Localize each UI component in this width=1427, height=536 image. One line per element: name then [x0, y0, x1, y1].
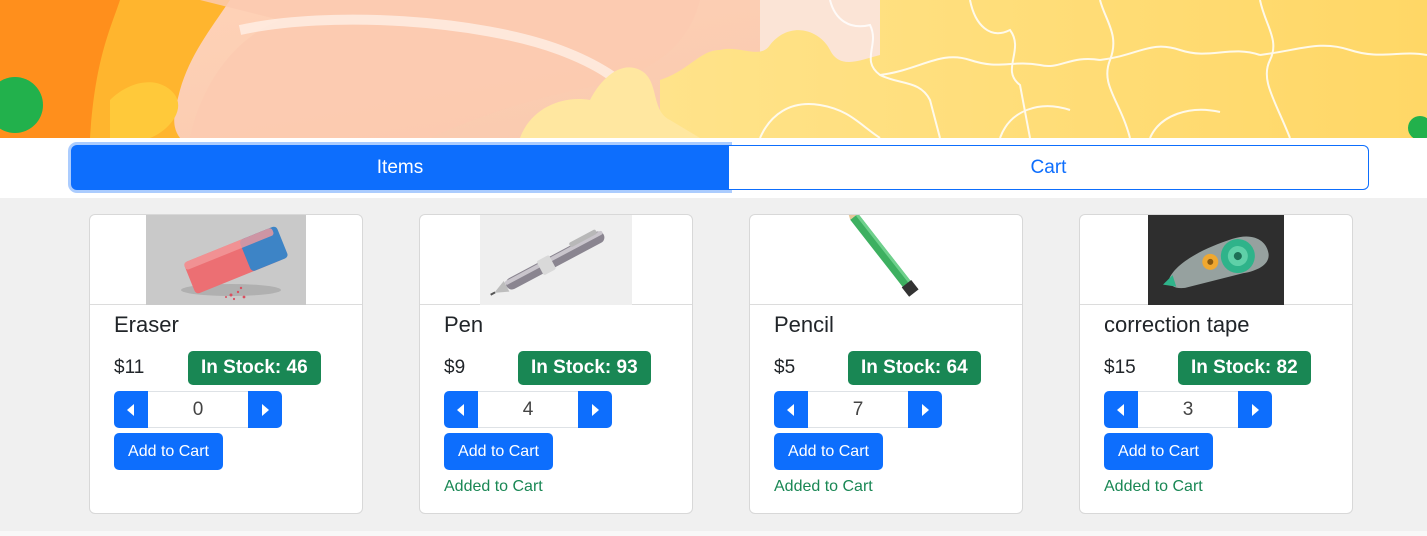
product-card-pen: Pen $9 In Stock: 93 Add to Cart Added to… [419, 214, 693, 514]
product-card-eraser: Eraser $11 In Stock: 46 Add to Cart [89, 214, 363, 514]
added-status: Added to Cart [774, 478, 873, 495]
decrease-button[interactable] [774, 391, 808, 428]
product-price: $9 [444, 357, 466, 378]
product-name: correction tape [1104, 312, 1250, 337]
eraser-image [90, 215, 362, 305]
caret-right-icon [1252, 403, 1259, 416]
pen-image [420, 215, 692, 305]
caret-left-icon [457, 403, 464, 416]
stock-badge: In Stock: 93 [518, 351, 651, 385]
increase-button[interactable] [1238, 391, 1272, 428]
decrease-button[interactable] [1104, 391, 1138, 428]
caret-right-icon [262, 403, 269, 416]
quantity-input[interactable] [478, 391, 578, 428]
added-status: Added to Cart [444, 478, 543, 495]
caret-right-icon [922, 403, 929, 416]
product-price: $15 [1104, 357, 1136, 378]
added-status: Added to Cart [1104, 478, 1203, 495]
stock-badge: In Stock: 46 [188, 351, 321, 385]
footer-strip [0, 531, 1427, 536]
quantity-stepper [114, 391, 362, 428]
product-name: Pen [444, 312, 484, 337]
caret-right-icon [592, 403, 599, 416]
product-list: Eraser $11 In Stock: 46 Add to Cart [0, 198, 1427, 531]
correction-tape-image [1080, 215, 1352, 305]
quantity-stepper [774, 391, 1022, 428]
product-card-correction-tape: correction tape $15 In Stock: 82 Add to … [1079, 214, 1353, 514]
increase-button[interactable] [578, 391, 612, 428]
stock-badge: In Stock: 82 [1178, 351, 1311, 385]
increase-button[interactable] [248, 391, 282, 428]
quantity-input[interactable] [148, 391, 248, 428]
stock-badge: In Stock: 64 [848, 351, 981, 385]
increase-button[interactable] [908, 391, 942, 428]
product-name: Pencil [774, 312, 834, 337]
caret-left-icon [787, 403, 794, 416]
quantity-stepper [444, 391, 692, 428]
pencil-image [750, 215, 1022, 305]
product-price: $5 [774, 357, 796, 378]
product-price: $11 [114, 357, 145, 378]
tab-bar: Items Cart [71, 145, 1369, 190]
tab-cart[interactable]: Cart [729, 145, 1369, 190]
caret-left-icon [1117, 403, 1124, 416]
puzzle-banner-image [0, 0, 1427, 138]
tab-items[interactable]: Items [71, 145, 729, 190]
decrease-button[interactable] [114, 391, 148, 428]
quantity-stepper [1104, 391, 1352, 428]
add-to-cart-button[interactable]: Add to Cart [114, 433, 223, 470]
quantity-input[interactable] [808, 391, 908, 428]
product-card-pencil: Pencil $5 In Stock: 64 Add to Cart Added… [749, 214, 1023, 514]
product-name: Eraser [114, 312, 179, 337]
add-to-cart-button[interactable]: Add to Cart [774, 433, 883, 470]
caret-left-icon [127, 403, 134, 416]
quantity-input[interactable] [1138, 391, 1238, 428]
add-to-cart-button[interactable]: Add to Cart [1104, 433, 1213, 470]
header-banner [0, 0, 1427, 138]
add-to-cart-button[interactable]: Add to Cart [444, 433, 553, 470]
decrease-button[interactable] [444, 391, 478, 428]
